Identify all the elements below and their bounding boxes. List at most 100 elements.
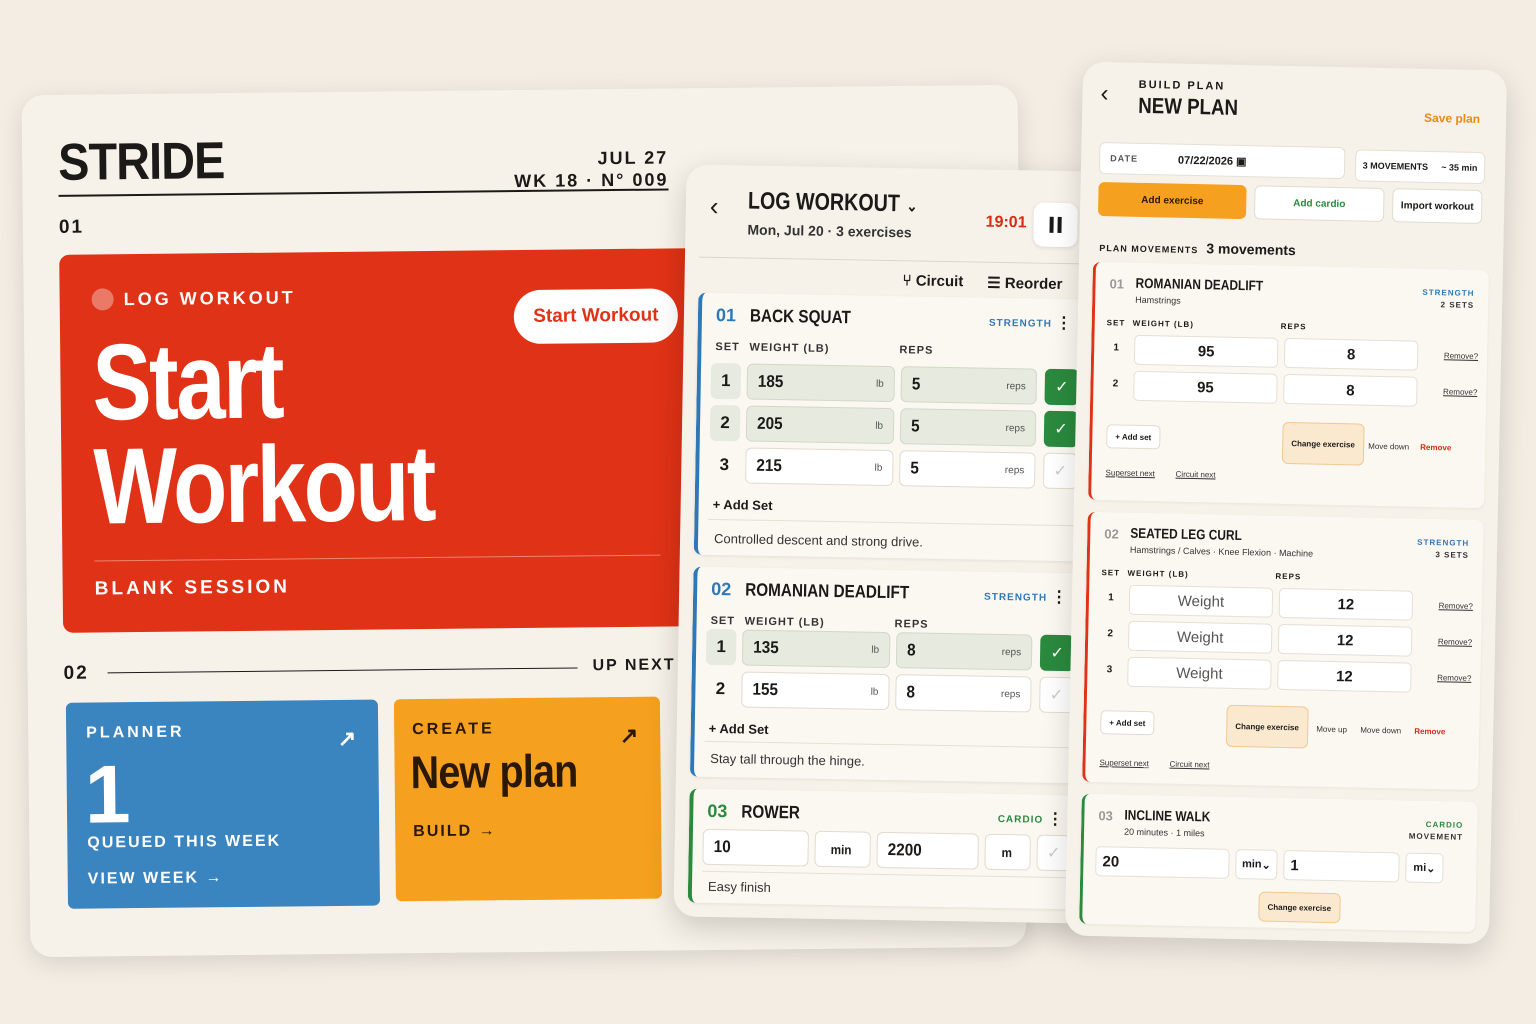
check-icon[interactable]: ✓ [1039,676,1074,714]
reps-input[interactable]: 5 reps [899,408,1037,447]
pause-button[interactable] [1033,202,1078,248]
back-chevron-icon[interactable]: ‹ [710,191,719,222]
view-week-link[interactable]: VIEW WEEK → [88,869,224,888]
duration-unit-select[interactable]: min [814,830,871,868]
new-plan-title: New plan [410,744,578,799]
reps-input[interactable]: 12 [1277,623,1413,657]
check-icon[interactable]: ✓ [1044,368,1080,406]
weight-input[interactable]: 135 lb [741,629,891,669]
duration-input[interactable]: 20 [1095,846,1230,879]
add-set-button[interactable]: + Add set [1100,710,1155,736]
distance-unit-select[interactable]: mi ⌄ [1405,852,1444,884]
circuit-icon: ⑂ [902,272,916,290]
more-vertical-icon[interactable]: ⋮ [1047,809,1063,829]
weight-input[interactable]: 95 [1133,334,1279,368]
add-cardio-button[interactable]: Add cardio [1253,185,1385,222]
build-link[interactable]: BUILD → [413,822,497,841]
plan-item-card: 01 ROMANIAN DEADLIFT Hamstrings STRENGTH… [1088,261,1489,509]
weight-col-header: WEIGHT (LB) [749,341,830,355]
reps-col-header: REPS [899,344,934,357]
weight-input[interactable]: 185 lb [746,363,896,403]
circuit-button[interactable]: ⑂ Circuit [902,272,963,291]
reps-input[interactable]: 5 reps [900,366,1038,405]
duration-input[interactable]: 10 [702,828,809,867]
create-plan-card[interactable]: CREATE ↗ New plan BUILD → [393,696,662,902]
log-toolbar: ⑂ Circuit ☰ Reorder [902,272,1062,293]
planner-card[interactable]: PLANNER ↗ 1 QUEUED THIS WEEK VIEW WEEK → [65,699,381,909]
reps-input[interactable]: 8 reps [895,674,1032,713]
add-set-button[interactable]: + Add set [1106,424,1161,450]
reorder-button[interactable]: ☰ Reorder [987,274,1062,293]
remove-set-link[interactable]: Remove? [1439,601,1473,611]
weight-input[interactable]: 215 lb [745,447,894,487]
plan-duration: ~ 35 min [1441,162,1478,173]
import-workout-button[interactable]: Import workout [1391,188,1483,225]
change-exercise-button[interactable]: Change exercise [1225,704,1309,749]
change-exercise-button[interactable]: Change exercise [1281,421,1365,466]
exercise-type-badge: STRENGTH [988,317,1052,330]
check-icon[interactable]: ✓ [1043,410,1079,448]
back-chevron-icon[interactable]: ‹ [1100,80,1109,108]
date-field[interactable]: DATE 07/22/2026 ▣ [1098,142,1346,180]
check-icon[interactable]: ✓ [1039,634,1075,672]
remove-button[interactable]: Remove [1414,727,1445,737]
reps-input[interactable]: 8 reps [895,632,1033,671]
reps-input[interactable]: 12 [1277,659,1412,693]
move-up-button[interactable]: Move up [1316,725,1347,735]
set-number: 1 [705,628,737,666]
weight-input[interactable]: 155 lb [741,671,890,711]
reps-input[interactable]: 12 [1278,587,1414,621]
weight-input[interactable]: 95 [1133,370,1278,404]
distance-input[interactable]: 2200 [876,831,979,870]
move-down-button[interactable]: Move down [1360,726,1401,736]
plan-item-number: 03 [1098,808,1114,824]
check-icon[interactable]: ✓ [1042,452,1078,490]
distance-unit-select[interactable]: m [984,833,1031,871]
superset-next-link[interactable]: Superset next [1099,758,1149,768]
exercise-note[interactable]: Stay tall through the hinge. [710,751,865,769]
set-col-header: SET [715,340,740,354]
exercise-number: 01 [715,304,737,326]
list-icon: ☰ [987,274,1006,292]
remove-set-link[interactable]: Remove? [1437,673,1471,683]
remove-set-link[interactable]: Remove? [1443,387,1477,397]
duration-unit-select[interactable]: min ⌄ [1235,849,1278,880]
start-workout-button[interactable]: Start Workout [513,288,679,345]
remove-set-link[interactable]: Remove? [1438,637,1472,647]
circuit-next-link[interactable]: Circuit next [1169,760,1209,770]
move-down-button[interactable]: Move down [1368,442,1409,452]
reps-input[interactable]: 8 [1283,373,1418,407]
add-set-button[interactable]: + Add Set [709,721,769,737]
exercise-note[interactable]: Easy finish [708,879,771,895]
exercise-type-badge: STRENGTH [983,591,1048,604]
start-workout-card[interactable]: LOG WORKOUT Start Workout Start Workout … [59,248,704,633]
remove-set-link[interactable]: Remove? [1444,351,1478,361]
change-exercise-button[interactable]: Change exercise [1258,891,1341,924]
superset-next-link[interactable]: Superset next [1106,468,1156,478]
exercise-card: 01 BACK SQUAT STRENGTH ⋮ SET WEIGHT (LB)… [693,292,1087,562]
create-label: CREATE [412,720,495,739]
remove-button[interactable]: Remove [1420,443,1451,453]
save-plan-button[interactable]: Save plan [1424,111,1480,126]
queued-label: QUEUED THIS WEEK [87,832,282,852]
more-vertical-icon[interactable]: ⋮ [1051,587,1067,607]
weight-input[interactable]: Weight [1127,620,1273,654]
weight-input[interactable]: Weight [1127,656,1272,690]
log-title[interactable]: LOG WORKOUT ⌄ [748,188,918,219]
add-set-button[interactable]: + Add Set [713,497,773,513]
set-row: 1 135 lb 8 reps ✓ [705,628,1075,673]
movements-count: 3 MOVEMENTS [1362,160,1429,172]
reps-input[interactable]: 5 reps [899,450,1036,489]
add-exercise-button[interactable]: Add exercise [1097,182,1247,220]
plan-item-tags: Hamstrings / Calves · Knee Flexion · Mac… [1129,544,1314,559]
distance-input[interactable]: 1 [1283,850,1400,883]
weight-input[interactable]: Weight [1128,584,1274,618]
weight-input[interactable]: 205 lb [745,405,895,445]
reps-input[interactable]: 8 [1283,337,1419,371]
more-vertical-icon[interactable]: ⋮ [1056,313,1072,333]
exercise-note[interactable]: Controlled descent and strong drive. [714,531,923,550]
circuit-next-link[interactable]: Circuit next [1175,470,1215,480]
section-rule [107,667,578,674]
plan-item-name: ROMANIAN DEADLIFT [1135,274,1264,294]
pause-icon [1049,216,1054,233]
